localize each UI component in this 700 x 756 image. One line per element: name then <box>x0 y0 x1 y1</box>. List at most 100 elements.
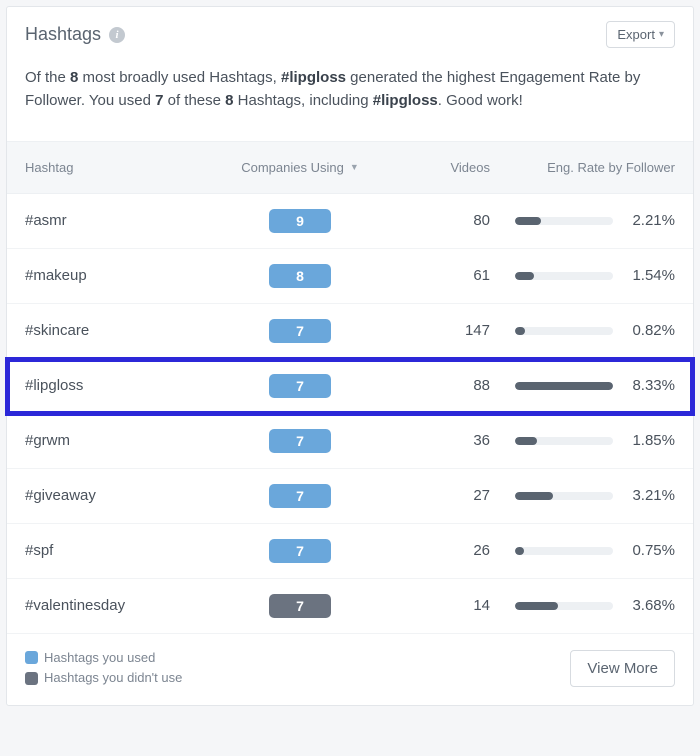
eng-bar-track <box>515 217 613 225</box>
col-header-hashtag[interactable]: Hashtag <box>25 160 210 175</box>
summary-bold: #lipgloss <box>281 69 346 86</box>
summary-span: of these <box>163 92 225 109</box>
cell-hashtag: #makeup <box>25 267 210 284</box>
eng-value: 1.54% <box>613 267 675 284</box>
eng-bar-fill <box>515 327 525 335</box>
cell-eng: 0.82% <box>490 322 675 339</box>
cell-videos: 26 <box>390 542 490 559</box>
cell-videos: 80 <box>390 212 490 229</box>
legend: Hashtags you used Hashtags you didn't us… <box>25 648 182 690</box>
legend-unused-label: Hashtags you didn't use <box>44 668 182 689</box>
table-row[interactable]: #makeup 8 61 1.54% <box>7 249 693 304</box>
cell-eng: 0.75% <box>490 542 675 559</box>
cell-videos: 88 <box>390 377 490 394</box>
eng-bar-track <box>515 492 613 500</box>
table-row[interactable]: #valentinesday7143.68% <box>7 579 693 634</box>
card-footer: Hashtags you used Hashtags you didn't us… <box>7 634 693 706</box>
eng-value: 3.21% <box>613 487 675 504</box>
chevron-down-icon: ▾ <box>659 29 664 40</box>
eng-bar-track <box>515 327 613 335</box>
companies-pill: 7 <box>269 319 331 343</box>
cell-hashtag: #skincare <box>25 322 210 339</box>
table-row[interactable]: #giveaway 7 27 3.21% <box>7 469 693 524</box>
eng-bar-track <box>515 547 613 555</box>
eng-bar-fill <box>515 547 524 555</box>
cell-hashtag: #giveaway <box>25 487 210 504</box>
cell-companies: 7 <box>210 374 390 398</box>
cell-companies: 7 <box>210 484 390 508</box>
cell-companies: 7 <box>210 594 390 618</box>
eng-bar-track <box>515 382 613 390</box>
eng-bar-track <box>515 437 613 445</box>
eng-value: 8.33% <box>613 377 675 394</box>
view-more-button[interactable]: View More <box>570 650 675 687</box>
eng-bar-fill <box>515 382 613 390</box>
companies-pill: 7 <box>269 594 331 618</box>
eng-value: 1.85% <box>613 432 675 449</box>
swatch-used-icon <box>25 651 38 664</box>
companies-pill: 7 <box>269 429 331 453</box>
swatch-unused-icon <box>25 672 38 685</box>
summary-bold: #lipgloss <box>373 92 438 109</box>
hashtags-card: Hashtags i Export ▾ Of the 8 most broadl… <box>6 6 694 706</box>
table-row[interactable]: #spf 7 26 0.75% <box>7 524 693 579</box>
companies-pill: 9 <box>269 209 331 233</box>
card-title: Hashtags i <box>25 24 125 45</box>
eng-bar-track <box>515 272 613 280</box>
companies-pill: 7 <box>269 484 331 508</box>
col-header-videos[interactable]: Videos <box>390 160 490 175</box>
cell-videos: 27 <box>390 487 490 504</box>
summary-span: Hashtags, including <box>234 92 373 109</box>
sort-caret-icon: ▼ <box>350 162 359 172</box>
cell-companies: 7 <box>210 539 390 563</box>
cell-eng: 1.54% <box>490 267 675 284</box>
cell-eng: 2.21% <box>490 212 675 229</box>
cell-companies: 9 <box>210 209 390 233</box>
eng-bar-fill <box>515 217 541 225</box>
table-row[interactable]: #lipgloss 7 88 8.33% <box>7 359 693 414</box>
cell-eng: 8.33% <box>490 377 675 394</box>
companies-pill: 8 <box>269 264 331 288</box>
companies-pill: 7 <box>269 374 331 398</box>
table-header-row: Hashtag Companies Using ▼ Videos Eng. Ra… <box>7 141 693 194</box>
eng-value: 2.21% <box>613 212 675 229</box>
cell-videos: 61 <box>390 267 490 284</box>
table-row[interactable]: #skincare 7 147 0.82% <box>7 304 693 359</box>
card-header: Hashtags i Export ▾ <box>7 7 693 56</box>
cell-companies: 7 <box>210 319 390 343</box>
companies-pill: 7 <box>269 539 331 563</box>
table-row[interactable]: #asmr 9 80 2.21% <box>7 194 693 249</box>
eng-bar-fill <box>515 437 537 445</box>
eng-bar-fill <box>515 492 553 500</box>
table-row[interactable]: #grwm 7 36 1.85% <box>7 414 693 469</box>
eng-bar-fill <box>515 272 534 280</box>
summary-span: Of the <box>25 69 70 86</box>
eng-value: 0.75% <box>613 542 675 559</box>
summary-span: . Good work! <box>438 92 523 109</box>
cell-eng: 3.68% <box>490 597 675 614</box>
info-icon[interactable]: i <box>109 27 125 43</box>
cell-videos: 147 <box>390 322 490 339</box>
cell-hashtag: #grwm <box>25 432 210 449</box>
legend-unused: Hashtags you didn't use <box>25 668 182 689</box>
legend-used-label: Hashtags you used <box>44 648 155 669</box>
table-body: #asmr 9 80 2.21% #makeup 8 61 1.54% #skincare 7 14… <box>7 194 693 634</box>
eng-bar-track <box>515 602 613 610</box>
export-button[interactable]: Export ▾ <box>606 21 675 48</box>
summary-span: most broadly used Hashtags, <box>78 69 281 86</box>
cell-companies: 8 <box>210 264 390 288</box>
eng-value: 3.68% <box>613 597 675 614</box>
col-header-companies[interactable]: Companies Using ▼ <box>210 160 390 175</box>
cell-hashtag: #spf <box>25 542 210 559</box>
col-header-companies-label: Companies Using <box>241 160 344 175</box>
cell-hashtag: #lipgloss <box>25 377 210 394</box>
col-header-eng[interactable]: Eng. Rate by Follower <box>490 160 675 175</box>
eng-bar-fill <box>515 602 558 610</box>
export-label: Export <box>617 27 655 42</box>
cell-videos: 36 <box>390 432 490 449</box>
cell-hashtag: #asmr <box>25 212 210 229</box>
cell-hashtag: #valentinesday <box>25 597 210 614</box>
eng-value: 0.82% <box>613 322 675 339</box>
cell-eng: 3.21% <box>490 487 675 504</box>
legend-used: Hashtags you used <box>25 648 182 669</box>
